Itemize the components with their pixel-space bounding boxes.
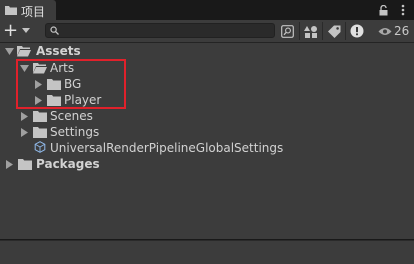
filter-by-label-icon [327,25,340,38]
tree-item-assets[interactable]: Assets [0,43,414,59]
eye-icon [378,27,392,35]
collapsed-arrow-icon [21,112,28,121]
filter-by-label-button[interactable] [322,22,345,40]
lock-button[interactable] [376,2,390,18]
tree-item-label: Scenes [50,109,93,123]
project-tree: Assets Arts BG Player Scenes Settings Un… [0,43,414,239]
tree-item-label: Packages [36,157,100,171]
tree-item-settings[interactable]: Settings [0,124,414,140]
collapsed-arrow-icon [6,160,13,169]
folder-icon [18,159,32,170]
tree-item-packages[interactable]: Packages [0,156,414,172]
console-warning-icon [350,24,364,38]
chevron-down-icon [22,28,31,33]
hidden-packages-toggle[interactable]: 26 [378,22,412,40]
project-toolbar: + 26 [0,20,414,43]
project-tab-label: 项目 [21,5,46,19]
console-warning-button[interactable] [345,22,368,40]
search-field[interactable] [45,23,275,38]
tree-item-urp-global-settings[interactable]: UniversalRenderPipelineGlobalSettings [0,140,414,156]
search-by-type-icon [280,24,294,38]
add-label: + [3,20,19,41]
folder-icon [33,111,47,122]
tree-item-label: UniversalRenderPipelineGlobalSettings [50,141,284,155]
search-input[interactable] [62,24,267,37]
tree-item-label: Settings [50,125,100,139]
folder-icon [5,6,17,15]
render-pipeline-asset-icon [34,141,46,153]
lock-icon [379,4,387,15]
window-tab-bar: 项目 [0,0,414,20]
project-tab[interactable]: 项目 [0,0,56,20]
expanded-arrow-icon [5,48,14,55]
filter-by-type-button[interactable] [299,22,322,40]
folder-icon [33,127,47,138]
tree-item-scenes[interactable]: Scenes [0,108,414,124]
hidden-packages-count: 26 [394,24,410,38]
search-icon [50,26,59,35]
search-by-type-button[interactable] [276,22,298,40]
filter-by-type-icon [304,25,317,38]
folder-open-icon [17,46,31,57]
highlight-box [16,59,126,109]
window-menu-button[interactable] [396,2,410,18]
kebab-menu-icon [401,4,405,16]
create-dropdown-button[interactable]: + [3,20,35,41]
collapsed-arrow-icon [21,128,28,137]
tree-item-label: Assets [36,44,81,58]
project-footer [0,240,414,264]
